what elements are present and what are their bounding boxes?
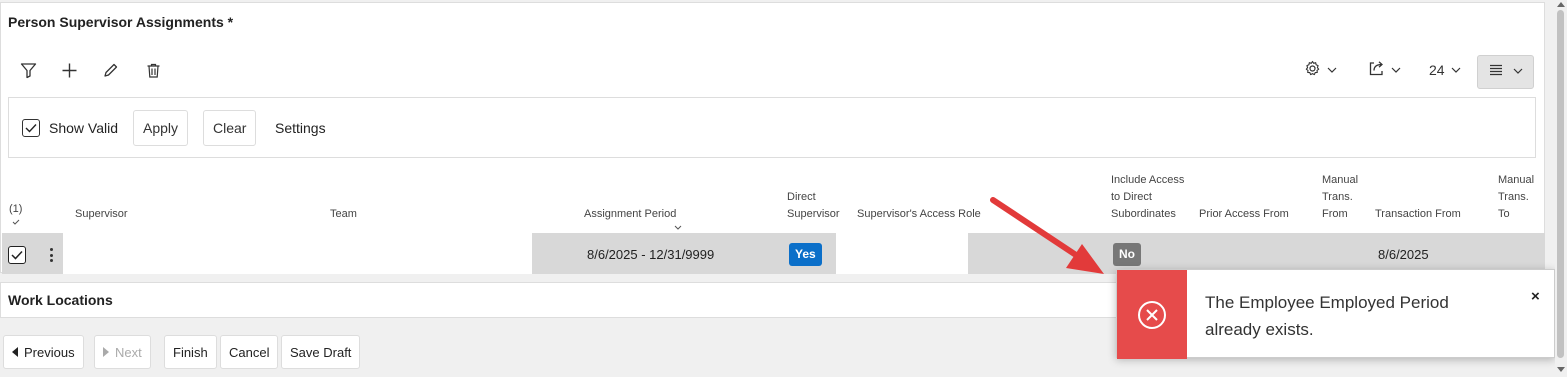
toast-message: The Employee Employed Period already exi…	[1205, 293, 1449, 339]
scroll-thumb[interactable]	[1557, 10, 1564, 358]
vertical-scrollbar[interactable]	[1555, 0, 1567, 377]
error-icon	[1117, 270, 1187, 359]
close-icon[interactable]: ×	[1531, 288, 1540, 305]
scroll-down-icon[interactable]	[1557, 367, 1565, 372]
scroll-up-icon[interactable]	[1557, 2, 1565, 7]
error-toast: The Employee Employed Period already exi…	[1116, 269, 1555, 359]
